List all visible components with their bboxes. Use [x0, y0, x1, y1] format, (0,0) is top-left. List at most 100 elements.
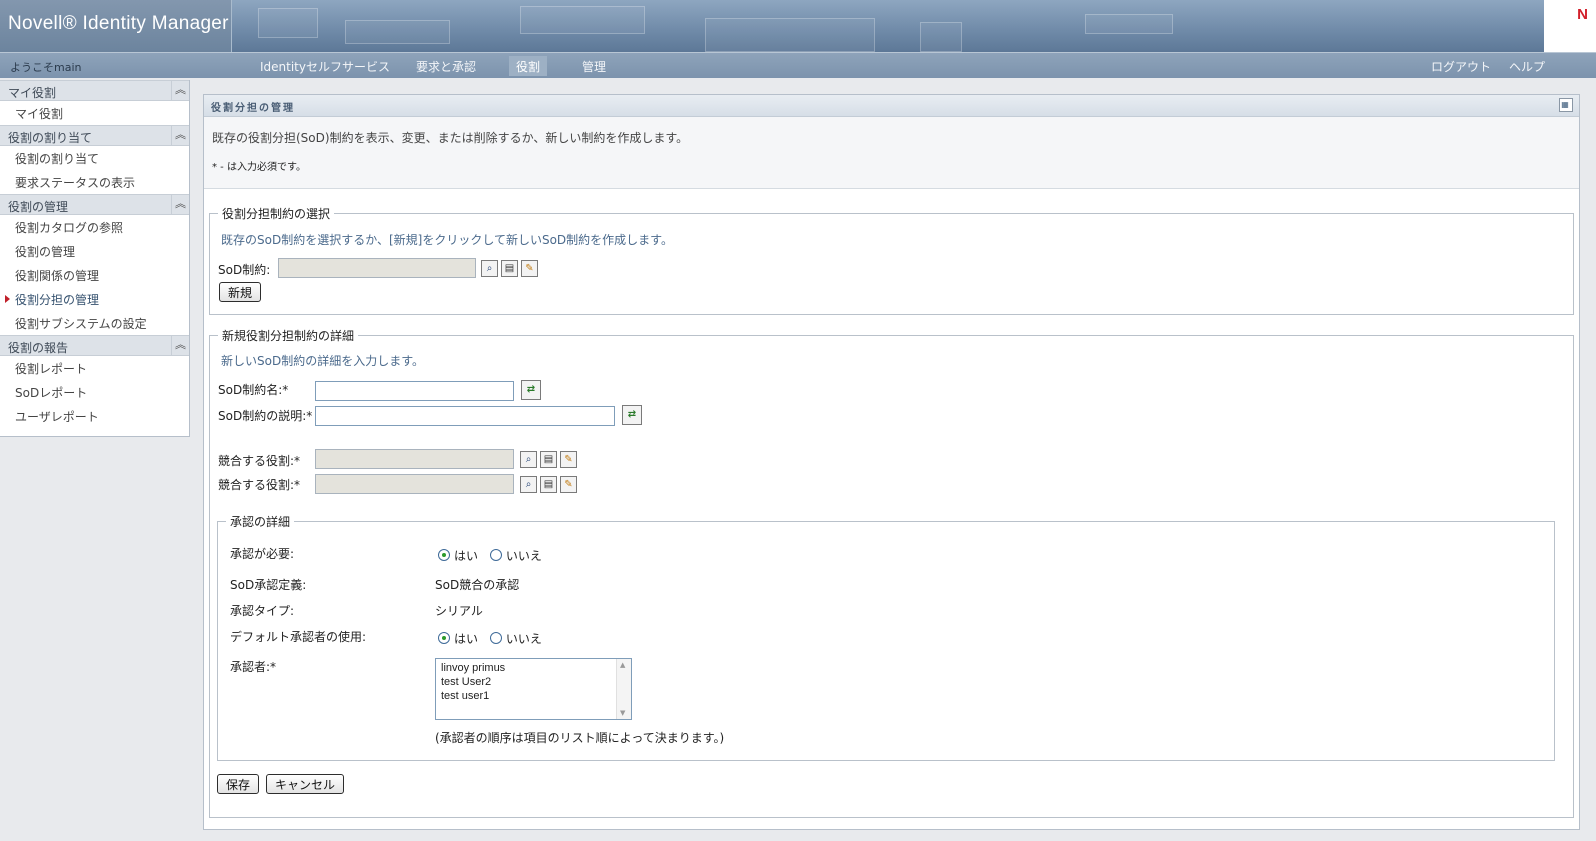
double-chevron-up-icon[interactable]: ︽: [171, 336, 189, 355]
approver-order-note: (承認者の順序は項目のリスト順によって決まります。): [435, 731, 725, 745]
intro-area: 既存の役割分担(SoD)制約を表示、変更、または削除するか、新しい制約を作成しま…: [204, 117, 1579, 189]
search-icon[interactable]: ⌕: [520, 476, 537, 493]
clear-icon[interactable]: ✎: [521, 260, 538, 277]
approvers-listbox[interactable]: linvoy primus test User2 test user1 ▲ ▼: [435, 658, 632, 720]
sod-approval-definition-value: SoD競合の承認: [435, 578, 520, 592]
sod-constraint-label: SoD制約:: [218, 263, 271, 277]
sidebar-item-sod-report[interactable]: SoDレポート: [0, 380, 189, 404]
default-approver-label: デフォルト承認者の使用:: [230, 630, 367, 644]
banner-decoration: [920, 22, 962, 52]
default-approver-yes-radio[interactable]: [438, 632, 450, 644]
logo-area: [1544, 0, 1596, 52]
history-icon[interactable]: ▤: [540, 476, 557, 493]
sidebar-item-role-report[interactable]: 役割レポート: [0, 356, 189, 380]
tab-requests-approvals[interactable]: 要求と承認: [409, 56, 483, 76]
sod-constraint-field[interactable]: [278, 258, 476, 278]
panel-title-bar: 役割分担の管理 ▦: [204, 95, 1579, 117]
default-approver-no-radio[interactable]: [489, 632, 502, 644]
radio-label-no: いいえ: [505, 549, 542, 563]
language-edit-icon[interactable]: ⇄: [622, 405, 642, 425]
approval-details-section: 承認の詳細: [217, 513, 1555, 761]
section-legend: 役割分担制約の選択: [222, 207, 331, 221]
new-button[interactable]: 新規: [219, 282, 262, 302]
top-nav: ようこそmain Identityセルフサービス 要求と承認 役割 管理 ログア…: [0, 52, 1596, 78]
approval-required-yes-radio[interactable]: [438, 549, 450, 561]
required-note: * - は入力必須です。: [212, 162, 306, 173]
double-chevron-up-icon[interactable]: ︽: [171, 195, 189, 214]
sidebar-item-request-status[interactable]: 要求ステータスの表示: [0, 170, 189, 194]
tab-identity-self-service[interactable]: Identityセルフサービス: [253, 56, 397, 76]
main-panel: 役割分担の管理 ▦ 既存の役割分担(SoD)制約を表示、変更、または削除するか、…: [203, 94, 1580, 830]
language-edit-icon[interactable]: ⇄: [521, 380, 541, 400]
sidebar-section-my-roles[interactable]: マイ役割 ︽: [0, 80, 189, 101]
tab-roles[interactable]: 役割: [509, 56, 548, 76]
sod-description-input[interactable]: [315, 406, 615, 426]
sidebar-item-manage-roles[interactable]: 役割の管理: [0, 239, 189, 263]
sidebar-item-user-report[interactable]: ユーザレポート: [0, 404, 189, 428]
approval-required-label: 承認が必要:: [230, 547, 295, 561]
banner-decoration: [705, 18, 875, 52]
approval-type-value: シリアル: [435, 604, 483, 618]
sidebar-section-title: 役割の報告: [8, 341, 69, 355]
radio-label-yes: はい: [454, 632, 479, 646]
header-banner: Novell® Identity Manager N: [0, 0, 1596, 52]
double-chevron-up-icon[interactable]: ︽: [171, 81, 189, 100]
sod-description-label: SoD制約の説明:*: [218, 409, 313, 423]
radio-label-yes: はい: [454, 549, 479, 563]
approval-type-label: 承認タイプ:: [230, 604, 295, 618]
banner-decoration: [520, 6, 645, 34]
select-hint: 既存のSoD制約を選択するか、[新規]をクリックして新しいSoD制約を作成します…: [221, 233, 673, 247]
sidebar-item-role-assignment[interactable]: 役割の割り当て: [0, 146, 189, 170]
sidebar-item-role-relationships[interactable]: 役割関係の管理: [0, 263, 189, 287]
conflicting-role-label: 競合する役割:*: [218, 478, 301, 492]
tab-administration[interactable]: 管理: [575, 56, 613, 76]
radio-label-no: いいえ: [505, 632, 542, 646]
conflicting-role-1-field[interactable]: [315, 449, 514, 469]
sidebar-item-sod-management[interactable]: 役割分担の管理: [0, 287, 189, 311]
banner-decoration: [258, 8, 318, 38]
app-title: Novell® Identity Manager: [8, 13, 229, 34]
details-hint: 新しいSoD制約の詳細を入力します。: [221, 354, 425, 368]
scroll-down-arrow-icon[interactable]: ▼: [620, 709, 625, 717]
approval-required-no-radio[interactable]: [489, 549, 502, 561]
page-title: 役割分担の管理: [211, 103, 295, 114]
approvers-label: 承認者:*: [230, 660, 277, 674]
sidebar-section-role-management[interactable]: 役割の管理 ︽: [0, 194, 189, 215]
sod-approval-definition-label: SoD承認定義:: [230, 578, 307, 592]
banner-decoration: [345, 20, 450, 44]
list-item[interactable]: linvoy primus: [436, 661, 631, 675]
sidebar-section-role-reports[interactable]: 役割の報告 ︽: [0, 335, 189, 356]
logout-link[interactable]: ログアウト: [1424, 56, 1498, 76]
conflicting-role-label: 競合する役割:*: [218, 454, 301, 468]
cancel-button[interactable]: キャンセル: [266, 774, 345, 794]
sod-name-input[interactable]: [315, 381, 514, 401]
banner-decoration: [1085, 14, 1173, 34]
sidebar-section-role-assignment[interactable]: 役割の割り当て ︽: [0, 125, 189, 146]
search-icon[interactable]: ⌕: [520, 451, 537, 468]
double-chevron-up-icon[interactable]: ︽: [171, 126, 189, 145]
sidebar-item-role-subsystem[interactable]: 役割サブシステムの設定: [0, 311, 189, 335]
list-item[interactable]: test user1: [436, 689, 631, 703]
section-legend: 新規役割分担制約の詳細: [222, 329, 355, 343]
list-item[interactable]: test User2: [436, 675, 631, 689]
sidebar-item-browse-catalog[interactable]: 役割カタログの参照: [0, 215, 189, 239]
sidebar: マイ役割 ︽ マイ役割 役割の割り当て ︽ 役割の割り当て 要求ステータスの表示…: [0, 80, 190, 437]
page-description: 既存の役割分担(SoD)制約を表示、変更、または削除するか、新しい制約を作成しま…: [212, 131, 689, 145]
sidebar-section-title: 役割の管理: [8, 200, 69, 214]
scrollbar[interactable]: ▲ ▼: [616, 659, 631, 719]
novell-logo: N: [1577, 6, 1588, 23]
default-approver-radios: はい いいえ: [438, 630, 550, 647]
history-icon[interactable]: ▤: [540, 451, 557, 468]
conflicting-role-2-field[interactable]: [315, 474, 514, 494]
panel-options-icon[interactable]: ▦: [1559, 98, 1573, 112]
scroll-up-arrow-icon[interactable]: ▲: [620, 661, 625, 669]
help-link[interactable]: ヘルプ: [1502, 56, 1552, 76]
approval-required-radios: はい いいえ: [438, 547, 550, 564]
clear-icon[interactable]: ✎: [560, 451, 577, 468]
sidebar-item-my-roles[interactable]: マイ役割: [0, 101, 189, 125]
search-icon[interactable]: ⌕: [481, 260, 498, 277]
clear-icon[interactable]: ✎: [560, 476, 577, 493]
save-button[interactable]: 保存: [217, 774, 260, 794]
history-icon[interactable]: ▤: [501, 260, 518, 277]
welcome-text: ようこそmain: [10, 61, 82, 74]
